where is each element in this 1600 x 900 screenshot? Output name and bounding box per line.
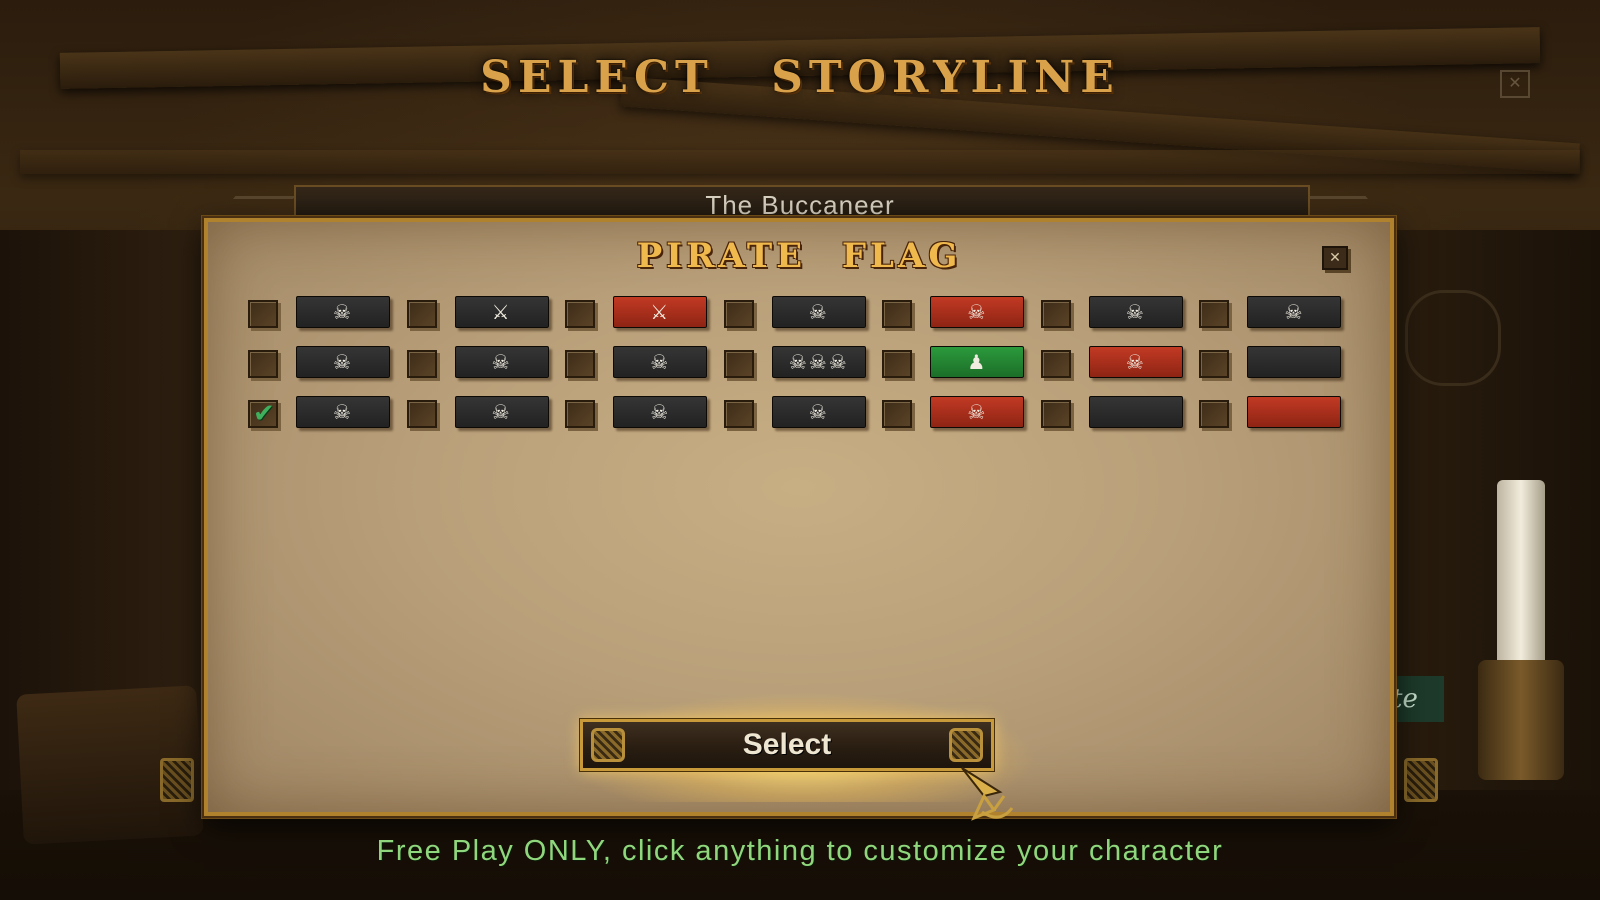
flag-checkbox[interactable]: [565, 300, 596, 328]
flag-checkbox[interactable]: [1040, 300, 1071, 328]
flag-plain-icon[interactable]: [1088, 396, 1183, 428]
flag-option[interactable]: ✔ ☠: [248, 396, 407, 446]
flag-skull-icon[interactable]: ☠: [613, 346, 708, 378]
page-title-word: STORYLINE: [771, 52, 1120, 103]
candle-holder: [1478, 660, 1564, 780]
footer-hint: Free Play ONLY, click anything to custom…: [376, 835, 1224, 867]
flag-plain-icon[interactable]: [1247, 396, 1342, 428]
flag-option[interactable]: ☠: [723, 396, 883, 446]
flag-skull-heart-icon[interactable]: ☠: [454, 346, 549, 378]
storyline-name: The Buccaneer: [705, 190, 895, 220]
flag-grid: ☠ ⚔ ⚔ ☠ ☠ ☠ ☠ ☠ ☠ ☠ ☠☠☠ ♟ ☠ ✔ ☠ ☠ ☠ ☠ ☠: [248, 296, 1358, 446]
flag-option[interactable]: ⚔: [406, 296, 566, 346]
dialog-title-word: FLAG: [841, 236, 962, 276]
flag-option[interactable]: ☠: [406, 396, 566, 446]
flag-option[interactable]: ☠: [1199, 296, 1358, 346]
flag-skeleton-figure-icon[interactable]: ☠: [296, 346, 390, 378]
flag-skull-crossbones-icon[interactable]: ☠: [930, 396, 1025, 428]
flag-option[interactable]: ☠: [882, 296, 1041, 346]
flag-option[interactable]: ☠: [565, 346, 724, 396]
flag-skull-crossed-swords-icon[interactable]: ☠: [296, 296, 390, 328]
flag-checkbox[interactable]: [723, 300, 754, 328]
close-icon[interactable]: ✕: [1500, 70, 1530, 98]
dialog-title: PIRATE FLAG: [208, 236, 1390, 276]
ornament-right: [1404, 758, 1438, 802]
flag-checkbox[interactable]: [565, 400, 596, 428]
flag-checkbox[interactable]: [1199, 300, 1230, 328]
flag-checkbox[interactable]: [1040, 350, 1071, 378]
flag-option[interactable]: ♟: [882, 346, 1041, 396]
flag-checkbox[interactable]: [1199, 400, 1230, 428]
flag-arm-skull-icon[interactable]: ☠: [1088, 346, 1183, 378]
ornament-icon: [949, 728, 983, 762]
flag-option[interactable]: ☠: [1040, 296, 1200, 346]
ceiling-beam: [20, 150, 1580, 174]
candle: [1497, 480, 1545, 670]
flag-option[interactable]: [1199, 396, 1358, 446]
dialog-title-word: PIRATE: [636, 236, 807, 276]
select-button[interactable]: Select: [580, 719, 994, 771]
flag-checkbox[interactable]: [406, 350, 437, 378]
page-title: SELECT STORYLINE: [0, 52, 1600, 103]
ornament-left: [160, 758, 194, 802]
hidden-button-fragment[interactable]: te: [1394, 676, 1444, 722]
flag-checkbox[interactable]: [565, 350, 596, 378]
select-button-label: Select: [742, 728, 832, 761]
candle-sconce: [1405, 290, 1501, 386]
flag-checkbox[interactable]: [406, 400, 437, 428]
flag-three-skulls-icon[interactable]: ☠☠☠: [771, 346, 866, 378]
flag-checkbox[interactable]: ✔: [248, 400, 278, 428]
flag-row: ☠ ☠ ☠ ☠☠☠ ♟ ☠: [248, 346, 1358, 396]
flag-cutlass-icon[interactable]: ⚔: [454, 296, 549, 328]
flag-option[interactable]: ☠: [723, 296, 883, 346]
flag-row: ✔ ☠ ☠ ☠ ☠ ☠: [248, 396, 1358, 446]
flag-skull-crossbones-icon[interactable]: ☠: [771, 396, 866, 428]
flag-two-figures-icon[interactable]: ☠: [296, 396, 390, 428]
flag-red-mark-icon[interactable]: [1247, 346, 1342, 378]
ornament-icon: [591, 728, 625, 762]
flag-checkbox[interactable]: [723, 400, 754, 428]
flag-checkbox[interactable]: [723, 350, 754, 378]
flag-option[interactable]: ☠: [882, 396, 1041, 446]
flag-checkbox[interactable]: [248, 300, 278, 328]
flag-checkbox[interactable]: [1040, 400, 1071, 428]
flag-figure-icon[interactable]: ♟: [930, 346, 1025, 378]
flag-skull-crossbones-icon[interactable]: ☠: [1247, 296, 1342, 328]
flag-option[interactable]: [1040, 396, 1200, 446]
pirate-flag-dialog: PIRATE FLAG ✕ ☠ ⚔ ⚔ ☠ ☠ ☠ ☠ ☠ ☠ ☠ ☠☠☠ ♟ ☠ ✔ ☠ ☠ ☠ ☠ ☠ Sele…: [202, 216, 1396, 818]
flag-checkbox[interactable]: [882, 400, 913, 428]
flag-option[interactable]: ☠☠☠: [723, 346, 883, 396]
close-icon[interactable]: ✕: [1322, 246, 1348, 270]
flag-checkbox[interactable]: [406, 300, 437, 328]
flag-checkbox[interactable]: [882, 350, 913, 378]
flag-option[interactable]: ☠: [1040, 346, 1200, 396]
flag-skull-crossbones-icon[interactable]: ☠: [771, 296, 866, 328]
checkmark-icon: ✔: [253, 399, 275, 429]
flag-skull-crossbones-icon[interactable]: ☠: [930, 296, 1025, 328]
flag-skull-crossbones-icon[interactable]: ☠: [454, 396, 549, 428]
flag-option[interactable]: ☠: [248, 296, 407, 346]
flag-skeleton-hourglass-icon[interactable]: ☠: [613, 396, 708, 428]
page-title-word: SELECT: [480, 52, 714, 103]
flag-skeleton-spear-heart-icon[interactable]: ☠: [1088, 296, 1183, 328]
flag-row: ☠ ⚔ ⚔ ☠ ☠ ☠ ☠: [248, 296, 1358, 346]
flag-option[interactable]: ☠: [406, 346, 566, 396]
flag-option[interactable]: ⚔: [565, 296, 724, 346]
flag-option[interactable]: [1199, 346, 1358, 396]
flag-option[interactable]: ☠: [565, 396, 724, 446]
flag-option[interactable]: ☠: [248, 346, 407, 396]
flag-arm-cutlass-icon[interactable]: ⚔: [613, 296, 708, 328]
flag-checkbox[interactable]: [248, 350, 278, 378]
flag-checkbox[interactable]: [1199, 350, 1230, 378]
flag-checkbox[interactable]: [882, 300, 913, 328]
